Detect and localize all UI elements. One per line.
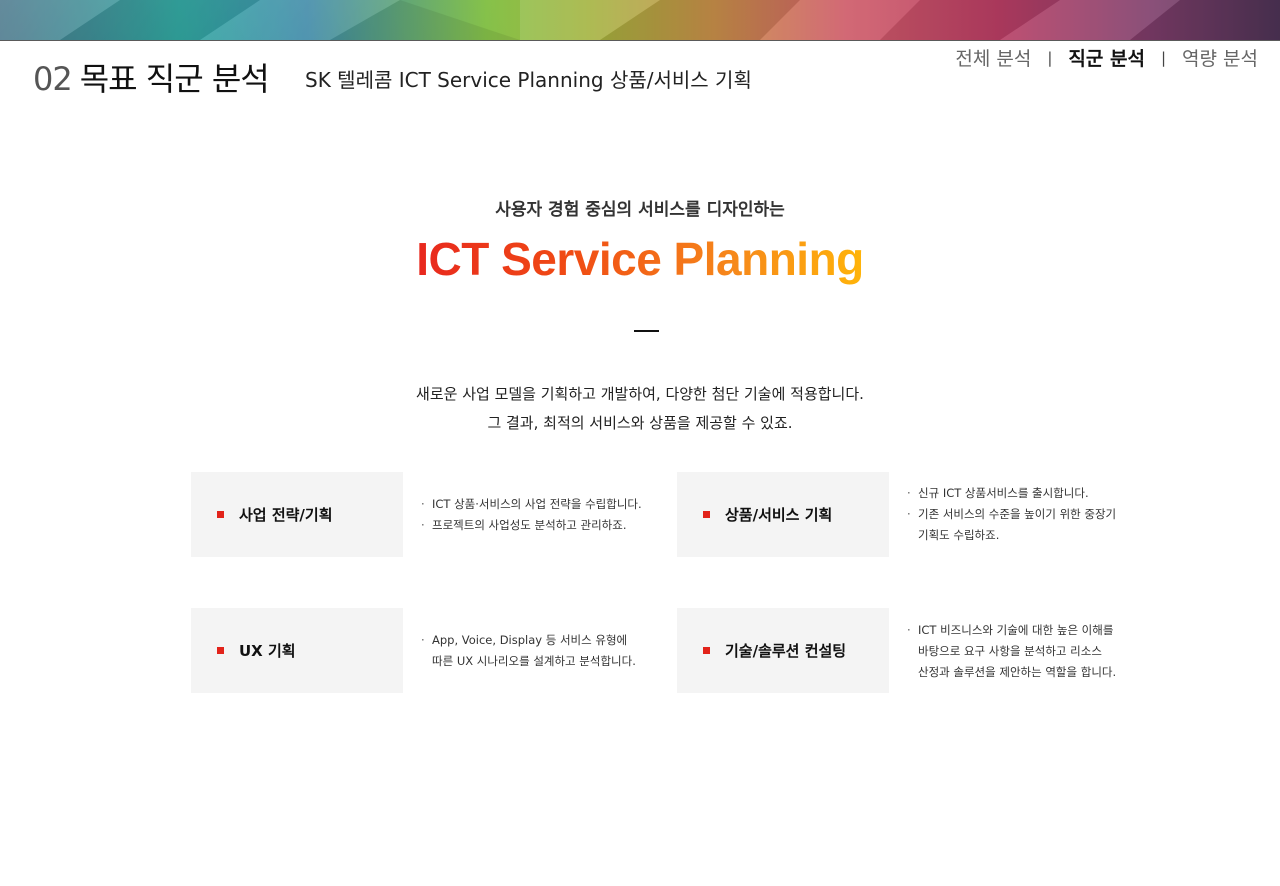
page-subtitle: SK 텔레콤 ICT Service Planning 상품/서비스 기획: [305, 68, 752, 92]
description-line: · 프로젝트의 사업성도 분석하고 관리하죠.: [421, 515, 642, 536]
page-number: 02: [33, 60, 73, 98]
top-decorative-banner: [0, 0, 1280, 41]
hero-kicker: 사용자 경험 중심의 서비스를 디자인하는: [495, 200, 785, 220]
description-line: 기획도 수립하죠.: [918, 528, 1000, 542]
service-card-label: UX 기획: [239, 642, 296, 660]
description-line: · 기존 서비스의 수준을 높이기 위한 중장기: [907, 504, 1116, 525]
section-nav: 전체 분석 | 직군 분석 | 역량 분석: [955, 44, 1258, 71]
tab-overall-analysis[interactable]: 전체 분석: [955, 44, 1031, 71]
nav-separator: |: [1160, 48, 1167, 67]
description-text: App, Voice, Display 등 서비스 유형에: [432, 633, 628, 647]
description-line: · ICT 비즈니스와 기술에 대한 높은 이해를: [907, 620, 1116, 641]
hero-description-line: 새로운 사업 모델을 기획하고 개발하여, 다양한 첨단 기술에 적용합니다.: [416, 385, 864, 403]
description-line: · ICT 상품·서비스의 사업 전략을 수립합니다.: [421, 494, 642, 515]
description-text: 신규 ICT 상품서비스를 출시합니다.: [918, 486, 1089, 500]
service-card-label: 사업 전략/기획: [239, 506, 333, 524]
description-text: 기존 서비스의 수준을 높이기 위한 중장기: [918, 507, 1117, 521]
service-card-ux-planning: UX 기획: [191, 608, 403, 693]
hero-title-text: ICT Service Planning: [416, 233, 864, 285]
page-heading: 목표 직군 분석: [79, 60, 270, 98]
service-description: · ICT 상품·서비스의 사업 전략을 수립합니다. · 프로젝트의 사업성도 분…: [421, 494, 642, 536]
dot-bullet-icon: ·: [421, 633, 425, 647]
hero-description: 새로운 사업 모델을 기획하고 개발하여, 다양한 첨단 기술에 적용합니다. …: [0, 380, 1280, 438]
description-line: · 신규 ICT 상품서비스를 출시합니다.: [907, 483, 1116, 504]
dot-bullet-icon: ·: [907, 507, 911, 521]
service-description: · App, Voice, Display 등 서비스 유형에 따른 UX 시나리…: [421, 630, 636, 672]
description-text: 프로젝트의 사업성도 분석하고 관리하죠.: [432, 518, 627, 532]
hero-description-line: 그 결과, 최적의 서비스와 상품을 제공할 수 있죠.: [487, 414, 793, 432]
dot-bullet-icon: ·: [907, 486, 911, 500]
dot-bullet-icon: ·: [907, 623, 911, 637]
dot-bullet-icon: ·: [421, 497, 425, 511]
description-line: 바탕으로 요구 사항을 분석하고 리소스: [918, 644, 1102, 658]
square-bullet-icon: [703, 647, 710, 654]
square-bullet-icon: [703, 511, 710, 518]
hero-title: ICT Service Planning: [0, 232, 1280, 286]
tab-competency-analysis[interactable]: 역량 분석: [1182, 44, 1258, 71]
nav-separator: |: [1047, 48, 1053, 67]
service-card-business-strategy: 사업 전략/기획: [191, 472, 403, 557]
service-card-tech-consulting: 기술/솔루션 컨설팅: [677, 608, 889, 693]
dot-bullet-icon: ·: [421, 518, 425, 532]
square-bullet-icon: [217, 647, 224, 654]
service-description: · 신규 ICT 상품서비스를 출시합니다. · 기존 서비스의 수준을 높이기 위…: [907, 483, 1116, 546]
square-bullet-icon: [217, 511, 224, 518]
service-card-label: 기술/솔루션 컨설팅: [725, 642, 847, 660]
page-title: 02 목표 직군 분석: [33, 54, 270, 98]
service-description: · ICT 비즈니스와 기술에 대한 높은 이해를 바탕으로 요구 사항을 분석하…: [907, 620, 1116, 683]
description-text: ICT 상품·서비스의 사업 전략을 수립합니다.: [432, 497, 642, 511]
description-line: 산정과 솔루션을 제안하는 역할을 합니다.: [918, 665, 1117, 679]
description-line: 따른 UX 시나리오를 설계하고 분석합니다.: [432, 654, 636, 668]
hero-divider: [634, 330, 659, 332]
banner-pattern: [0, 0, 1280, 40]
tab-job-analysis[interactable]: 직군 분석: [1068, 44, 1145, 71]
description-text: ICT 비즈니스와 기술에 대한 높은 이해를: [918, 623, 1114, 637]
service-card-label: 상품/서비스 기획: [725, 506, 833, 524]
description-line: · App, Voice, Display 등 서비스 유형에: [421, 630, 636, 651]
service-card-product-planning: 상품/서비스 기획: [677, 472, 889, 557]
